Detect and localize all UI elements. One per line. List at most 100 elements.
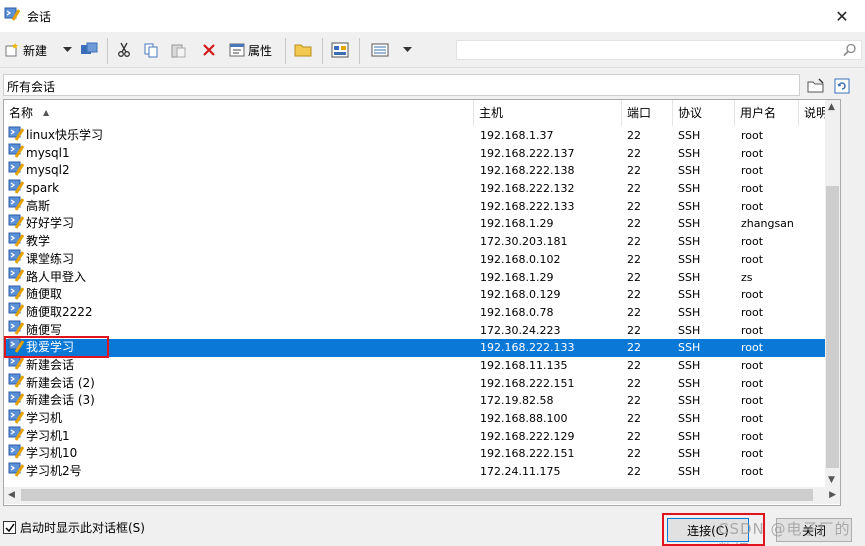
session-host: 192.168.88.100 bbox=[480, 412, 568, 425]
session-port: 22 bbox=[627, 146, 641, 160]
session-port: 22 bbox=[627, 199, 641, 213]
new-session-icon bbox=[4, 42, 20, 58]
table-row[interactable]: 学习机10 192.168.222.151 22 SSH root bbox=[4, 444, 840, 463]
close-icon[interactable]: ✕ bbox=[819, 0, 865, 32]
copy-icon[interactable] bbox=[143, 39, 159, 61]
scroll-left-icon[interactable]: ◀ bbox=[8, 490, 15, 500]
session-username: root bbox=[741, 164, 764, 178]
table-row[interactable]: spark 192.168.222.132 22 SSH root bbox=[4, 179, 840, 198]
table-row[interactable]: 新建会话 (3) 172.19.82.58 22 SSH root bbox=[4, 391, 840, 410]
session-port: 22 bbox=[627, 164, 641, 178]
session-username: root bbox=[741, 447, 764, 461]
tab-icon[interactable] bbox=[331, 39, 349, 61]
session-name-cell: 路人甲登入 bbox=[8, 267, 87, 287]
table-row[interactable]: 新建会话 192.168.11.135 22 SSH root bbox=[4, 355, 840, 375]
session-manager-icon[interactable] bbox=[80, 39, 98, 61]
table-row[interactable]: 我爱学习 192.168.222.133 22 SSH root bbox=[4, 338, 840, 357]
session-name: 路人甲登入 bbox=[26, 269, 87, 284]
table-row[interactable]: 教学 172.30.203.181 22 SSH root bbox=[4, 232, 840, 251]
table-row[interactable]: 路人甲登入 192.168.1.29 22 SSH zs bbox=[4, 267, 840, 287]
session-username: zhangsan bbox=[741, 217, 794, 231]
refresh-icon[interactable] bbox=[832, 76, 852, 96]
session-name: 随便取2222 bbox=[26, 304, 93, 319]
session-name: 学习机10 bbox=[26, 446, 78, 461]
window-title: 会话 bbox=[27, 10, 52, 24]
session-name-cell: 好好学习 bbox=[8, 214, 74, 233]
session-username: root bbox=[741, 376, 764, 390]
table-row[interactable]: 新建会话 (2) 192.168.222.151 22 SSH root bbox=[4, 373, 840, 393]
table-row[interactable]: 随便取2222 192.168.0.78 22 SSH root bbox=[4, 302, 840, 322]
session-host: 192.168.0.78 bbox=[480, 305, 554, 319]
table-row[interactable]: linux快乐学习 192.168.1.37 22 SSH root bbox=[4, 126, 840, 145]
session-name: 新建会话 bbox=[26, 357, 75, 372]
cut-icon[interactable] bbox=[116, 39, 132, 61]
new-session-button[interactable]: 新建 bbox=[4, 39, 47, 61]
table-row[interactable]: 好好学习 192.168.1.29 22 SSH zhangsan bbox=[4, 214, 840, 233]
properties-button[interactable]: 属性 bbox=[229, 39, 272, 61]
session-name-cell: mysql2 bbox=[8, 161, 70, 180]
session-host: 192.168.222.138 bbox=[480, 164, 575, 178]
session-host: 192.168.222.137 bbox=[480, 146, 575, 160]
session-name: 教学 bbox=[26, 234, 51, 249]
folder-path: 所有会话 bbox=[7, 80, 56, 94]
table-row[interactable]: 高斯 192.168.222.133 22 SSH root bbox=[4, 196, 840, 216]
paste-icon[interactable] bbox=[170, 39, 186, 61]
folder-icon[interactable] bbox=[294, 39, 312, 61]
column-header: 名称 ▲ 主机 端口 协议 用户名 说明 bbox=[4, 100, 840, 126]
session-username: root bbox=[741, 358, 764, 372]
table-row[interactable]: 课堂练习 192.168.0.102 22 SSH root bbox=[4, 249, 840, 269]
scroll-right-icon[interactable]: ▶ bbox=[829, 490, 836, 500]
delete-icon[interactable] bbox=[201, 39, 217, 61]
view-icon[interactable] bbox=[371, 39, 389, 61]
horizontal-scroll-thumb[interactable] bbox=[21, 489, 813, 501]
column-header-protocol[interactable]: 协议 bbox=[673, 100, 735, 126]
table-row[interactable]: 学习机1 192.168.222.129 22 SSH root bbox=[4, 426, 840, 446]
session-port: 22 bbox=[627, 252, 641, 266]
column-header-username[interactable]: 用户名 bbox=[735, 100, 799, 126]
table-row[interactable]: 学习机2号 172.24.11.175 22 SSH root bbox=[4, 462, 840, 481]
session-protocol: SSH bbox=[678, 129, 701, 142]
session-name: 随便写 bbox=[26, 322, 63, 337]
session-host: 192.168.1.37 bbox=[480, 129, 554, 142]
show-on-startup-checkbox[interactable] bbox=[3, 521, 16, 534]
vertical-scroll-thumb[interactable] bbox=[826, 186, 839, 468]
search-input[interactable] bbox=[456, 40, 862, 60]
vertical-scrollbar[interactable]: ▲ ▼ bbox=[825, 100, 840, 487]
session-name-cell: 学习机2号 bbox=[8, 462, 82, 481]
session-name: 新建会话 (3) bbox=[26, 393, 95, 408]
table-row[interactable]: 随便取 192.168.0.129 22 SSH root bbox=[4, 285, 840, 304]
session-protocol: SSH bbox=[678, 412, 701, 425]
horizontal-scrollbar[interactable]: ◀ ▶ bbox=[4, 487, 840, 504]
session-host: 172.30.203.181 bbox=[480, 235, 568, 249]
session-protocol: SSH bbox=[678, 341, 701, 355]
session-protocol: SSH bbox=[678, 394, 701, 408]
table-row[interactable]: mysql1 192.168.222.137 22 SSH root bbox=[4, 143, 840, 163]
open-folder-icon[interactable] bbox=[806, 76, 826, 96]
session-name: mysql2 bbox=[26, 163, 70, 178]
session-host: 172.19.82.58 bbox=[480, 394, 554, 408]
session-port: 22 bbox=[627, 465, 641, 479]
session-host: 172.24.11.175 bbox=[480, 465, 561, 479]
folder-path-bar[interactable]: 所有会话 bbox=[3, 74, 800, 96]
session-username: root bbox=[741, 252, 764, 266]
table-row[interactable]: 学习机 192.168.88.100 22 SSH root bbox=[4, 409, 840, 428]
session-name-cell: 课堂练习 bbox=[8, 249, 74, 269]
show-on-startup-option[interactable]: 启动时显示此对话框(S) bbox=[3, 519, 145, 536]
session-name: 随便取 bbox=[26, 287, 63, 302]
table-row[interactable]: 随便写 172.30.24.223 22 SSH root bbox=[4, 320, 840, 340]
column-header-host[interactable]: 主机 bbox=[474, 100, 622, 126]
view-dropdown-icon[interactable] bbox=[403, 39, 412, 61]
session-name: 新建会话 (2) bbox=[26, 375, 95, 390]
dropdown-icon[interactable] bbox=[63, 39, 72, 61]
session-name-cell: 学习机10 bbox=[8, 444, 78, 463]
session-host: 192.168.0.102 bbox=[480, 252, 561, 266]
session-name: linux快乐学习 bbox=[26, 128, 103, 142]
column-header-port[interactable]: 端口 bbox=[622, 100, 673, 126]
session-name-cell: 我爱学习 bbox=[8, 338, 74, 357]
scroll-up-icon[interactable]: ▲ bbox=[828, 102, 835, 112]
session-host: 172.30.24.223 bbox=[480, 323, 561, 337]
table-row[interactable]: mysql2 192.168.222.138 22 SSH root bbox=[4, 161, 840, 180]
scroll-down-icon[interactable]: ▼ bbox=[828, 475, 835, 485]
column-header-name[interactable]: 名称 ▲ bbox=[4, 100, 474, 126]
session-protocol: SSH bbox=[678, 235, 701, 249]
